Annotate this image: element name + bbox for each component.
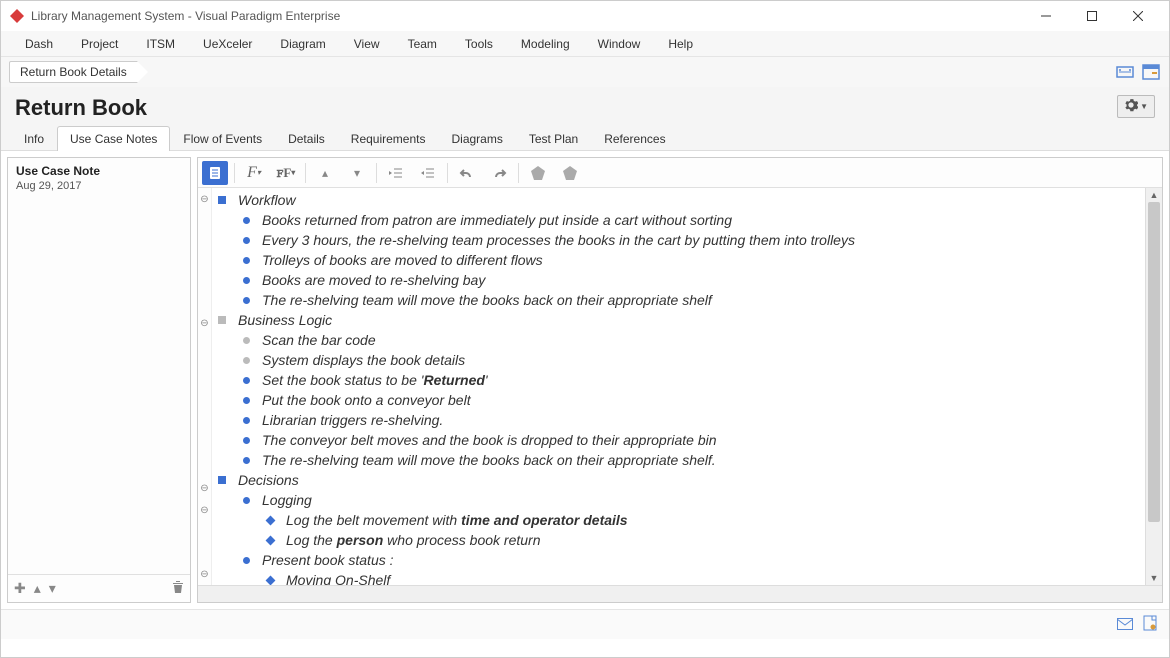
move-up-button[interactable]: ▴ — [34, 580, 41, 597]
menu-dash[interactable]: Dash — [11, 33, 67, 55]
indent-button[interactable] — [415, 161, 441, 185]
note-line: The re-shelving team will move the books… — [262, 450, 716, 470]
outdent-button[interactable] — [383, 161, 409, 185]
section-title: Workflow — [238, 190, 296, 210]
collapse-icon[interactable]: ⊖ — [200, 565, 208, 585]
menu-diagram[interactable]: Diagram — [266, 33, 339, 55]
shape-1-button[interactable] — [525, 161, 551, 185]
menu-help[interactable]: Help — [654, 33, 707, 55]
menubar: Dash Project ITSM UeXceler Diagram View … — [1, 31, 1169, 57]
note-line: Log the person who process book return — [286, 530, 541, 550]
tab-references[interactable]: References — [591, 126, 678, 151]
note-line: Moving On-Shelf — [286, 570, 390, 585]
note-icon[interactable] — [1143, 615, 1157, 634]
add-note-button[interactable]: ✚ — [14, 580, 26, 597]
breadcrumb-row: Return Book Details — [1, 57, 1169, 87]
scroll-up-icon[interactable]: ▲ — [1146, 188, 1162, 202]
window-title: Library Management System - Visual Parad… — [31, 9, 1023, 23]
page-title-row: Return Book ▼ — [1, 87, 1169, 125]
content: Use Case Note Aug 29, 2017 ✚ ▴ ▾ F▾ ꜰF▾ … — [1, 151, 1169, 609]
section-title: Decisions — [238, 470, 299, 490]
note-line: Librarian triggers re-shelving. — [262, 410, 443, 430]
scroll-thumb[interactable] — [1148, 202, 1160, 522]
move-up-button[interactable]: ▴ — [312, 161, 338, 185]
tabs: Info Use Case Notes Flow of Events Detai… — [1, 125, 1169, 151]
note-line: Books are moved to re-shelving bay — [262, 270, 485, 290]
tab-info[interactable]: Info — [11, 126, 57, 151]
menu-view[interactable]: View — [340, 33, 394, 55]
note-line: Trolleys of books are moved to different… — [262, 250, 543, 270]
note-line: Put the book onto a conveyor belt — [262, 390, 471, 410]
menu-team[interactable]: Team — [394, 33, 451, 55]
font-italic-button[interactable]: F▾ — [241, 161, 267, 185]
tab-details[interactable]: Details — [275, 126, 338, 151]
note-line: Every 3 hours, the re-shelving team proc… — [262, 230, 855, 250]
note-line: Set the book status to be 'Returned' — [262, 370, 488, 390]
note-line: The re-shelving team will move the books… — [262, 290, 712, 310]
tab-flow-of-events[interactable]: Flow of Events — [170, 126, 275, 151]
outline-content[interactable]: Workflow Books returned from patron are … — [212, 188, 1145, 585]
vertical-scrollbar[interactable]: ▲ ▼ — [1145, 188, 1162, 585]
statusbar — [1, 609, 1169, 639]
app-icon — [9, 8, 25, 24]
delete-note-button[interactable] — [172, 580, 184, 597]
note-line: Books returned from patron are immediate… — [262, 210, 732, 230]
note-title: Use Case Note — [16, 164, 182, 178]
horizontal-scrollbar[interactable] — [198, 585, 1162, 602]
tab-requirements[interactable]: Requirements — [338, 126, 439, 151]
note-line: Present book status : — [262, 550, 394, 570]
note-line: Logging — [262, 490, 312, 510]
font-format-button[interactable]: ꜰF▾ — [273, 161, 299, 185]
collapse-icon[interactable]: ⊖ — [200, 314, 208, 334]
note-line: The conveyor belt moves and the book is … — [262, 430, 717, 450]
layout-icon[interactable] — [1115, 62, 1135, 82]
editor-toolbar: F▾ ꜰF▾ ▴ ▾ — [198, 158, 1162, 188]
menu-modeling[interactable]: Modeling — [507, 33, 584, 55]
page-title: Return Book — [15, 95, 1117, 121]
fold-gutter: ⊖ ⊖ ⊖ ⊖ ⊖ — [198, 188, 212, 585]
tab-diagrams[interactable]: Diagrams — [438, 126, 515, 151]
note-line: System displays the book details — [262, 350, 465, 370]
note-date: Aug 29, 2017 — [16, 180, 182, 192]
panel-icon[interactable] — [1141, 62, 1161, 82]
menu-project[interactable]: Project — [67, 33, 132, 55]
close-button[interactable] — [1115, 1, 1161, 31]
menu-uexceler[interactable]: UeXceler — [189, 33, 266, 55]
minimize-button[interactable] — [1023, 1, 1069, 31]
editor: F▾ ꜰF▾ ▴ ▾ ⊖ ⊖ ⊖ ⊖ ⊖ — [197, 157, 1163, 603]
undo-button[interactable] — [454, 161, 480, 185]
settings-button[interactable]: ▼ — [1117, 95, 1155, 118]
titlebar: Library Management System - Visual Parad… — [1, 1, 1169, 31]
tab-use-case-notes[interactable]: Use Case Notes — [57, 126, 170, 151]
collapse-icon[interactable]: ⊖ — [200, 501, 208, 521]
editor-body[interactable]: ⊖ ⊖ ⊖ ⊖ ⊖ Workflow Books returned from p… — [198, 188, 1162, 585]
collapse-icon[interactable]: ⊖ — [200, 479, 208, 499]
menu-tools[interactable]: Tools — [451, 33, 507, 55]
tab-test-plan[interactable]: Test Plan — [516, 126, 591, 151]
redo-button[interactable] — [486, 161, 512, 185]
document-tool-button[interactable] — [202, 161, 228, 185]
mail-icon[interactable] — [1117, 617, 1133, 633]
note-list-item[interactable]: Use Case Note Aug 29, 2017 — [8, 158, 190, 574]
gear-icon — [1124, 98, 1138, 115]
dropdown-caret-icon: ▼ — [1140, 102, 1148, 111]
window-controls — [1023, 1, 1161, 31]
note-line: Log the belt movement with time and oper… — [286, 510, 628, 530]
shape-2-button[interactable] — [557, 161, 583, 185]
sidebar-footer: ✚ ▴ ▾ — [8, 574, 190, 602]
menu-window[interactable]: Window — [584, 33, 655, 55]
move-down-button[interactable]: ▾ — [344, 161, 370, 185]
breadcrumb[interactable]: Return Book Details — [9, 61, 138, 83]
note-line: Scan the bar code — [262, 330, 376, 350]
move-down-button[interactable]: ▾ — [49, 580, 56, 597]
menu-itsm[interactable]: ITSM — [132, 33, 189, 55]
collapse-icon[interactable]: ⊖ — [200, 190, 208, 210]
maximize-button[interactable] — [1069, 1, 1115, 31]
section-title: Business Logic — [238, 310, 332, 330]
scroll-down-icon[interactable]: ▼ — [1146, 571, 1162, 585]
notes-sidebar: Use Case Note Aug 29, 2017 ✚ ▴ ▾ — [7, 157, 191, 603]
